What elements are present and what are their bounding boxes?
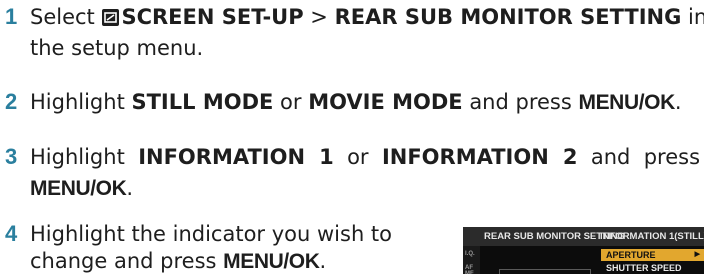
screen-side-tabs: I.Q. AF MF <box>463 246 480 274</box>
menu-option-label: SHUTTER SPEED <box>606 263 682 273</box>
camera-screen: REAR SUB MONITOR SETTING INFORMATION 1(S… <box>463 227 704 274</box>
step-text: change and press <box>30 249 224 273</box>
screen-header: REAR SUB MONITOR SETTING INFORMATION 1(S… <box>463 227 704 246</box>
step-text: > <box>303 5 335 29</box>
menu-ok-key: MENU/OK <box>30 177 127 200</box>
option-still-mode: STILL MODE <box>131 90 274 114</box>
menu-option-shutter-speed[interactable]: SHUTTER SPEED <box>601 262 704 274</box>
menu-ok-key: MENU/OK <box>223 250 320 273</box>
option-information-2: INFORMATION 2 <box>381 145 578 169</box>
step-number: 3 <box>5 144 18 169</box>
step-2-line-1: Highlight STILL MODE or MOVIE MODE and p… <box>30 87 682 118</box>
screen-setup-icon <box>102 9 120 26</box>
option-movie-mode: MOVIE MODE <box>308 90 463 114</box>
step-text: or <box>333 145 382 169</box>
step-number: 4 <box>5 221 18 246</box>
step-1-line-2: the setup menu. <box>30 36 204 60</box>
screen-subtitle: INFORMATION 1(STILL) <box>600 231 704 242</box>
step-number: 2 <box>5 89 18 114</box>
side-tab-label: AF MF <box>465 265 474 274</box>
step-1-line-1: Select SCREEN SET-UP > REAR SUB MONITOR … <box>30 2 704 32</box>
menu-option-aperture[interactable]: APERTURE ▶ <box>601 249 704 261</box>
indicator-preview <box>499 269 591 274</box>
menu-path-rear-sub-monitor: REAR SUB MONITOR SETTING <box>334 5 682 29</box>
step-text: . <box>126 176 134 200</box>
step-text: in <box>688 5 704 29</box>
menu-path-screen-setup: SCREEN SET-UP <box>121 5 304 29</box>
menu-option-label: APERTURE <box>606 250 656 260</box>
step-text: and press <box>462 90 579 114</box>
step-text: . <box>674 90 682 114</box>
step-4-line-2: change and press MENU/OK. <box>30 246 326 277</box>
side-tab-label: I.Q. <box>465 251 475 257</box>
step-text: Highlight <box>30 90 132 114</box>
step-3-line-2: MENU/OK. <box>30 173 133 204</box>
menu-ok-key: MENU/OK <box>578 91 675 114</box>
step-text: Select <box>30 5 102 29</box>
step-number: 1 <box>5 4 18 29</box>
step-text: . <box>319 249 327 273</box>
step-3-line-1: Highlight INFORMATION 1 or INFORMATION 2… <box>30 142 700 172</box>
step-text: Highlight <box>30 145 139 169</box>
chevron-right-icon: ▶ <box>694 251 700 258</box>
step-text: and press <box>577 145 701 169</box>
option-information-1: INFORMATION 1 <box>138 145 334 169</box>
step-4-line-1: Highlight the indicator you wish to <box>30 222 393 246</box>
step-text: or <box>273 90 309 114</box>
